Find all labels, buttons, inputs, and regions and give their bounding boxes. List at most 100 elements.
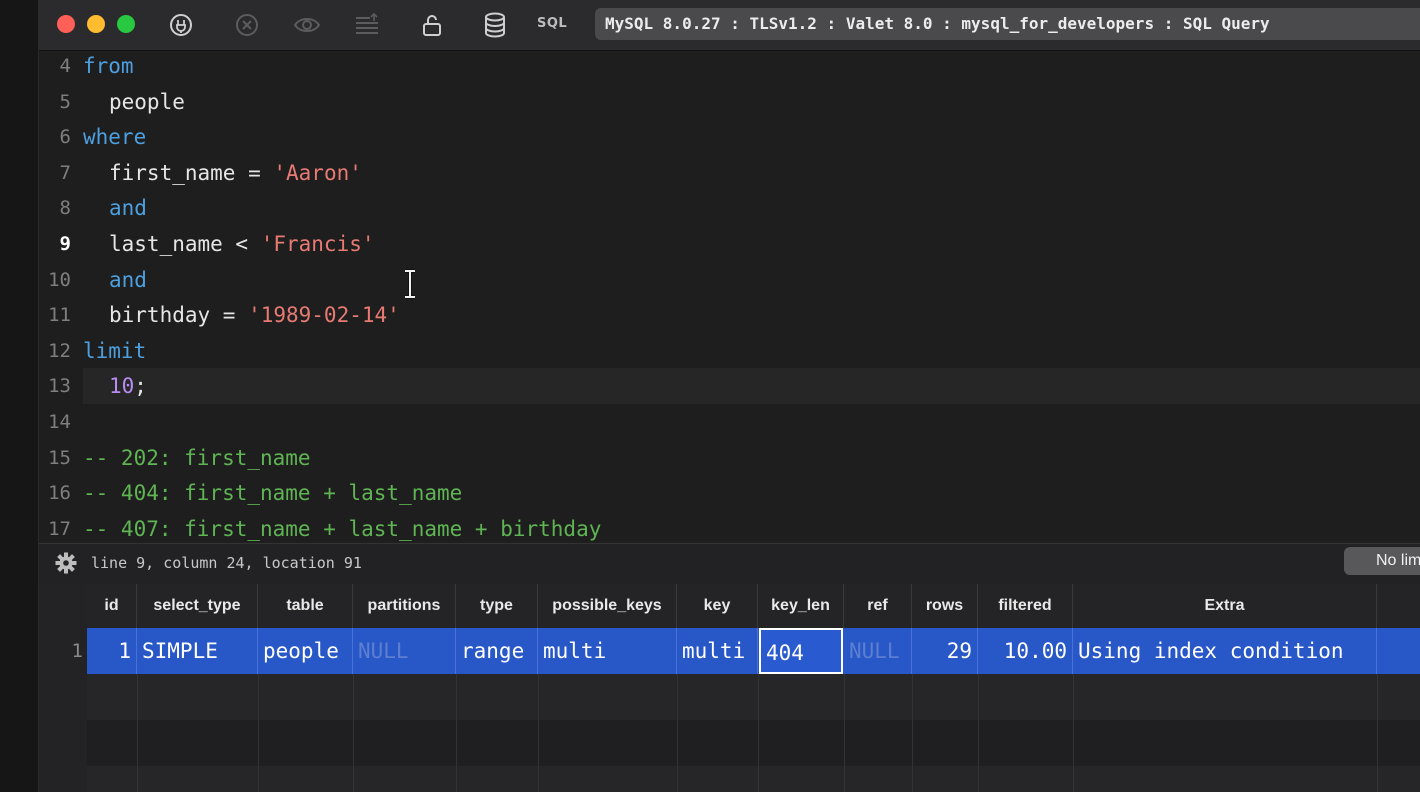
- code-token: limit: [83, 338, 147, 363]
- line-number: 6: [59, 126, 71, 149]
- column-divider: [137, 674, 138, 792]
- column-header-id[interactable]: id: [87, 584, 137, 628]
- code-token: -- 202: first_name: [83, 445, 311, 470]
- column-divider: [538, 674, 539, 792]
- editor-line[interactable]: 4 from: [39, 51, 1420, 84]
- editor-line[interactable]: 9 last_name < 'Francis': [39, 226, 1420, 262]
- editor-line[interactable]: 7 first_name = 'Aaron': [39, 155, 1420, 191]
- column-header-key-len[interactable]: key_len: [758, 584, 844, 628]
- database-button[interactable]: [481, 11, 509, 39]
- column-divider: [844, 674, 845, 792]
- column-divider: [1073, 674, 1074, 792]
- zoom-window-button[interactable]: [117, 15, 135, 33]
- editor-line[interactable]: 11 birthday = '1989-02-14': [39, 297, 1420, 333]
- line-number: 13: [48, 375, 71, 398]
- column-header-type[interactable]: type: [456, 584, 538, 628]
- code-token: and: [109, 196, 147, 221]
- column-header-ref[interactable]: ref: [844, 584, 912, 628]
- cell-ref[interactable]: NULL: [844, 628, 912, 674]
- code-text: limit: [83, 333, 146, 369]
- cell-extra[interactable]: Using index condition: [1073, 628, 1377, 674]
- cell-select-type[interactable]: SIMPLE: [137, 628, 258, 674]
- editor-line[interactable]: 6 where: [39, 119, 1420, 155]
- column-divider: [677, 674, 678, 792]
- eye-icon: [293, 13, 321, 37]
- column-header-select-type[interactable]: select_type: [137, 584, 258, 628]
- cursor-position: line 9, column 24, location 91: [91, 554, 362, 572]
- cell-rows[interactable]: 29: [912, 628, 978, 674]
- row-number-column: [39, 584, 87, 792]
- line-number: 10: [48, 268, 71, 291]
- editor-line[interactable]: 12 limit: [39, 333, 1420, 369]
- editor-line[interactable]: 8 and: [39, 190, 1420, 226]
- cell-filtered[interactable]: 10.00: [978, 628, 1073, 674]
- line-number: 17: [48, 517, 71, 540]
- code-token: 10: [109, 374, 135, 399]
- code-token: and: [109, 267, 147, 292]
- column-header-table[interactable]: table: [258, 584, 353, 628]
- text-cursor-icon: [402, 269, 418, 304]
- cell-key[interactable]: multi: [677, 628, 758, 674]
- cell-type[interactable]: range: [456, 628, 538, 674]
- line-number: 4: [59, 55, 71, 77]
- minimize-window-button[interactable]: [87, 15, 105, 33]
- toolbar: SQL MySQL 8.0.27 : TLSv1.2 : Valet 8.0 :…: [39, 0, 1420, 51]
- code-text: people: [109, 84, 185, 120]
- limit-button[interactable]: No limit: [1344, 547, 1420, 575]
- column-header-partitions[interactable]: partitions: [353, 584, 456, 628]
- preview-button[interactable]: [293, 11, 321, 39]
- column-header-filtered[interactable]: filtered: [978, 584, 1073, 628]
- database-icon: [483, 12, 507, 38]
- gear-icon[interactable]: [55, 552, 77, 579]
- cell-table[interactable]: people: [258, 628, 353, 674]
- column-divider: [912, 674, 913, 792]
- code-token: where: [83, 125, 147, 150]
- editor-line[interactable]: 16 -- 404: first_name + last_name: [39, 475, 1420, 511]
- query-editor[interactable]: 4 from 5 people 6 where 7 first_name = 'Aaron' 8…: [39, 51, 1420, 542]
- column-divider: [978, 674, 979, 792]
- line-number: 8: [59, 197, 71, 220]
- code-text: where: [83, 119, 146, 155]
- column-header-rows[interactable]: rows: [912, 584, 978, 628]
- close-window-button[interactable]: [57, 15, 75, 33]
- code-token: 'Aaron': [273, 160, 362, 185]
- code-text: -- 407: first_name + last_name + birthda…: [83, 511, 601, 542]
- code-text: 10;: [109, 368, 147, 404]
- row-number: 1: [71, 640, 83, 662]
- line-number: 16: [48, 482, 71, 505]
- line-number: 7: [59, 161, 71, 184]
- lock-button[interactable]: [418, 11, 446, 39]
- code-token: first_name =: [109, 160, 274, 185]
- editor-line[interactable]: 17 -- 407: first_name + last_name + birth…: [39, 511, 1420, 542]
- line-number: 15: [48, 446, 71, 469]
- column-divider: [758, 674, 759, 792]
- line-number: 12: [48, 339, 71, 362]
- cell-key-len-selected[interactable]: 404: [759, 628, 843, 674]
- editor-line[interactable]: 15 -- 202: first_name: [39, 440, 1420, 476]
- power-icon: [169, 13, 193, 37]
- editor-line[interactable]: 13 10;: [39, 368, 1420, 404]
- empty-row: [87, 720, 1420, 766]
- column-header-extra[interactable]: Extra: [1073, 584, 1377, 628]
- editor-line[interactable]: 14: [39, 404, 1420, 440]
- editor-line[interactable]: 5 people: [39, 84, 1420, 120]
- cell-id[interactable]: 1: [87, 628, 137, 674]
- connect-button[interactable]: [167, 11, 195, 39]
- code-text: birthday = '1989-02-14': [109, 297, 400, 333]
- editor-line[interactable]: 10 and: [39, 262, 1420, 298]
- code-text: first_name = 'Aaron': [109, 155, 362, 191]
- cell-partitions[interactable]: NULL: [353, 628, 456, 674]
- code-token: 'Francis': [260, 232, 375, 256]
- stop-icon: [235, 13, 259, 37]
- column-header-possible-keys[interactable]: possible_keys: [538, 584, 677, 628]
- code-token: people: [109, 89, 185, 114]
- format-icon: [354, 13, 380, 37]
- sql-mode-label[interactable]: SQL: [537, 16, 567, 31]
- column-header-key[interactable]: key: [677, 584, 758, 628]
- line-number: 11: [48, 304, 71, 327]
- stop-button[interactable]: [233, 11, 261, 39]
- code-token: ;: [134, 374, 147, 399]
- code-token: '1989-02-14': [248, 303, 400, 328]
- format-button[interactable]: [353, 11, 381, 39]
- cell-possible-keys[interactable]: multi: [538, 628, 677, 674]
